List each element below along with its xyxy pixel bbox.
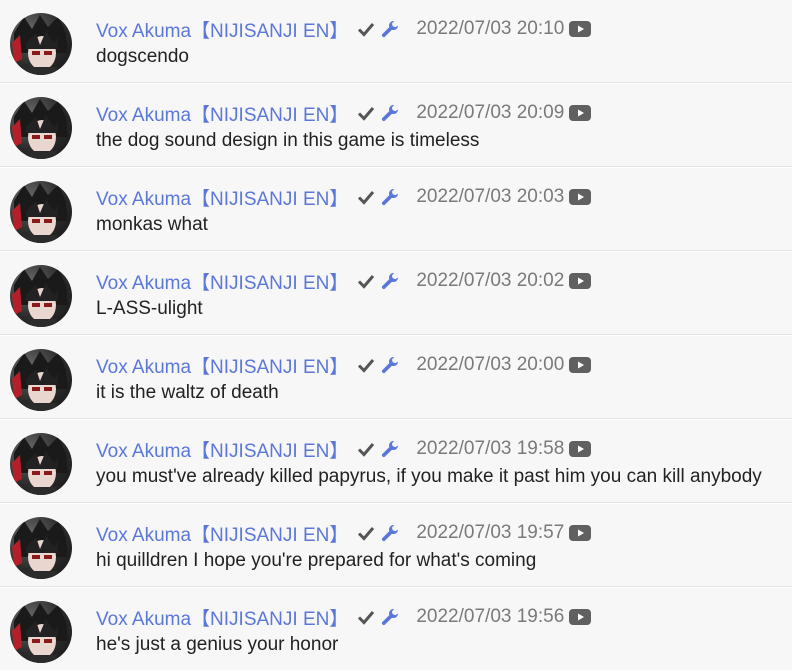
avatar[interactable] — [10, 13, 72, 75]
youtube-icon[interactable] — [569, 525, 592, 541]
author-name[interactable]: Vox Akuma【NIJISANJI EN】 — [96, 268, 348, 295]
chat-message: Vox Akuma【NIJISANJI EN】 2022/07/03 20:00… — [0, 336, 792, 419]
author-name[interactable]: Vox Akuma【NIJISANJI EN】 — [96, 100, 348, 127]
author-name[interactable]: Vox Akuma【NIJISANJI EN】 — [96, 520, 348, 547]
author-name[interactable]: Vox Akuma【NIJISANJI EN】 — [96, 16, 348, 43]
youtube-icon[interactable] — [569, 273, 592, 289]
chat-message: Vox Akuma【NIJISANJI EN】 2022/07/03 20:03… — [0, 168, 792, 251]
avatar[interactable] — [10, 601, 72, 663]
message-header: Vox Akuma【NIJISANJI EN】 2022/07/03 19:56 — [96, 602, 592, 632]
message-header: Vox Akuma【NIJISANJI EN】 2022/07/03 19:57 — [96, 518, 592, 548]
chat-message: Vox Akuma【NIJISANJI EN】 2022/07/03 20:10… — [0, 0, 792, 83]
avatar[interactable] — [10, 97, 72, 159]
message-header: Vox Akuma【NIJISANJI EN】 2022/07/03 20:00 — [96, 350, 592, 380]
timestamp: 2022/07/03 20:02 — [416, 270, 565, 291]
timestamp: 2022/07/03 19:58 — [416, 438, 565, 459]
timestamp: 2022/07/03 19:56 — [416, 606, 565, 627]
chat-message: Vox Akuma【NIJISANJI EN】 2022/07/03 20:09… — [0, 84, 792, 167]
check-icon — [356, 103, 376, 123]
message-text: you must've already killed papyrus, if y… — [96, 466, 762, 487]
youtube-icon[interactable] — [569, 357, 592, 373]
message-text: the dog sound design in this game is tim… — [96, 130, 480, 151]
author-name[interactable]: Vox Akuma【NIJISANJI EN】 — [96, 184, 348, 211]
message-text: monkas what — [96, 214, 208, 235]
chat-message: Vox Akuma【NIJISANJI EN】 2022/07/03 19:58… — [0, 420, 792, 503]
check-icon — [356, 271, 376, 291]
chat-message: Vox Akuma【NIJISANJI EN】 2022/07/03 19:57… — [0, 504, 792, 587]
check-icon — [356, 187, 376, 207]
message-text: hi quilldren I hope you're prepared for … — [96, 550, 537, 571]
author-name[interactable]: Vox Akuma【NIJISANJI EN】 — [96, 436, 348, 463]
youtube-icon[interactable] — [569, 21, 592, 37]
wrench-icon — [380, 19, 400, 39]
wrench-icon — [380, 271, 400, 291]
message-text: it is the waltz of death — [96, 382, 279, 403]
avatar[interactable] — [10, 517, 72, 579]
message-header: Vox Akuma【NIJISANJI EN】 2022/07/03 20:10 — [96, 14, 592, 44]
youtube-icon[interactable] — [569, 105, 592, 121]
check-icon — [356, 355, 376, 375]
check-icon — [356, 19, 376, 39]
avatar[interactable] — [10, 349, 72, 411]
chat-message: Vox Akuma【NIJISANJI EN】 2022/07/03 19:56… — [0, 588, 792, 670]
message-text: dogscendo — [96, 46, 189, 67]
timestamp: 2022/07/03 20:10 — [416, 18, 565, 39]
message-header: Vox Akuma【NIJISANJI EN】 2022/07/03 19:58 — [96, 434, 592, 464]
check-icon — [356, 439, 376, 459]
chat-list: Vox Akuma【NIJISANJI EN】 2022/07/03 20:10… — [0, 0, 792, 670]
timestamp: 2022/07/03 19:57 — [416, 522, 565, 543]
check-icon — [356, 523, 376, 543]
wrench-icon — [380, 187, 400, 207]
timestamp: 2022/07/03 20:03 — [416, 186, 565, 207]
wrench-icon — [380, 607, 400, 627]
author-name[interactable]: Vox Akuma【NIJISANJI EN】 — [96, 604, 348, 631]
wrench-icon — [380, 523, 400, 543]
youtube-icon[interactable] — [569, 189, 592, 205]
timestamp: 2022/07/03 20:00 — [416, 354, 565, 375]
message-header: Vox Akuma【NIJISANJI EN】 2022/07/03 20:02 — [96, 266, 592, 296]
message-header: Vox Akuma【NIJISANJI EN】 2022/07/03 20:09 — [96, 98, 592, 128]
avatar[interactable] — [10, 265, 72, 327]
check-icon — [356, 607, 376, 627]
message-header: Vox Akuma【NIJISANJI EN】 2022/07/03 20:03 — [96, 182, 592, 212]
chat-message: Vox Akuma【NIJISANJI EN】 2022/07/03 20:02… — [0, 252, 792, 335]
wrench-icon — [380, 355, 400, 375]
author-name[interactable]: Vox Akuma【NIJISANJI EN】 — [96, 352, 348, 379]
wrench-icon — [380, 103, 400, 123]
avatar[interactable] — [10, 181, 72, 243]
avatar[interactable] — [10, 433, 72, 495]
message-text: L-ASS-ulight — [96, 298, 203, 319]
message-text: he's just a genius your honor — [96, 634, 339, 655]
wrench-icon — [380, 439, 400, 459]
youtube-icon[interactable] — [569, 609, 592, 625]
youtube-icon[interactable] — [569, 441, 592, 457]
timestamp: 2022/07/03 20:09 — [416, 102, 565, 123]
